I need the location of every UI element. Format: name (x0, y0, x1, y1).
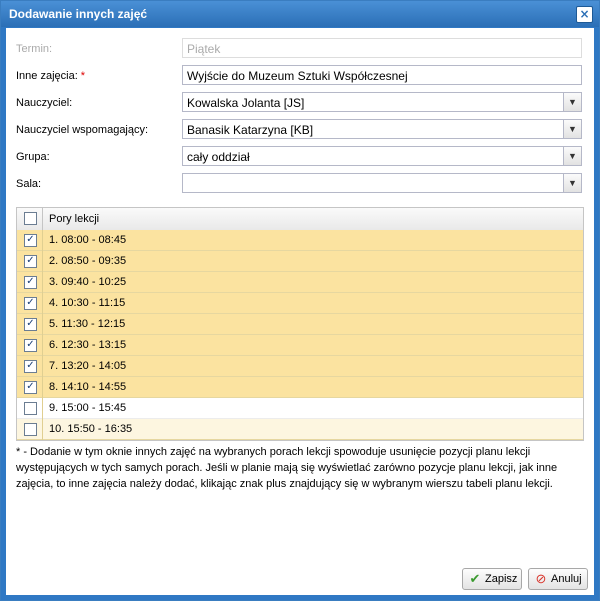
table-row[interactable]: ✓ 4. 10:30 - 11:15 (17, 293, 583, 314)
dialog-content: Termin: Piątek Inne zajęcia: * Wyjście do… (6, 28, 594, 595)
table-row[interactable]: ✓ 6. 12:30 - 13:15 (17, 335, 583, 356)
lesson-time-label: 4. 10:30 - 11:15 (49, 297, 126, 309)
column-divider (42, 293, 43, 314)
dialog-window: Dodawanie innych zajęć × Termin: Piątek … (0, 0, 600, 601)
lesson-time-label: 3. 09:40 - 10:25 (49, 276, 127, 288)
table-row[interactable]: 10. 15:50 - 16:35 (17, 419, 583, 440)
checkbox-checked[interactable]: ✓ (24, 339, 37, 352)
nauczyciel-row: Nauczyciel: Kowalska Jolanta [JS] ▼ (6, 92, 594, 114)
grid-header: Pory lekcji (17, 208, 583, 231)
lesson-time-label: 6. 12:30 - 13:15 (49, 339, 127, 351)
checkbox-checked[interactable]: ✓ (24, 381, 37, 394)
sala-row: Sala: ▼ (6, 173, 594, 195)
wspomagajacy-label: Nauczyciel wspomagający: (16, 124, 149, 136)
column-divider (42, 314, 43, 335)
wspomagajacy-select[interactable]: Banasik Katarzyna [KB] ▼ (182, 119, 582, 139)
checkbox-checked[interactable]: ✓ (24, 297, 37, 310)
sala-label: Sala: (16, 178, 42, 190)
table-row[interactable]: 9. 15:00 - 15:45 (17, 398, 583, 419)
column-divider (42, 377, 43, 398)
grupa-label: Grupa: (16, 151, 50, 163)
cancel-icon: ⊘ (535, 571, 547, 586)
column-divider (42, 251, 43, 272)
column-divider (42, 398, 43, 419)
inne-zajecia-label: Inne zajęcia: * (16, 70, 85, 82)
dialog-title: Dodawanie innych zajęć (9, 7, 148, 21)
table-row[interactable]: ✓ 3. 09:40 - 10:25 (17, 272, 583, 293)
close-icon[interactable]: × (576, 6, 593, 23)
inne-zajecia-input[interactable]: Wyjście do Muzeum Sztuki Współczesnej (182, 65, 582, 85)
info-note: * - Dodanie w tym oknie innych zajęć na … (16, 446, 558, 490)
lesson-times-grid: Pory lekcji ✓ 1. 08:00 - 08:45 ✓ 2. 08:50 -… (16, 207, 584, 441)
nauczyciel-value: Kowalska Jolanta [JS] (187, 96, 305, 110)
dialog-titlebar[interactable]: Dodawanie innych zajęć × (1, 1, 599, 27)
column-divider (42, 208, 43, 230)
table-row[interactable]: ✓ 7. 13:20 - 14:05 (17, 356, 583, 377)
chevron-down-icon[interactable]: ▼ (563, 147, 581, 165)
lesson-time-label: 7. 13:20 - 14:05 (49, 360, 127, 372)
column-divider (42, 419, 43, 440)
lesson-time-label: 5. 11:30 - 12:15 (49, 318, 126, 330)
grupa-select[interactable]: cały oddział ▼ (182, 146, 582, 166)
wspomagajacy-value: Banasik Katarzyna [KB] (187, 123, 314, 137)
checkbox-unchecked[interactable] (24, 423, 37, 436)
inne-zajecia-row: Inne zajęcia: * Wyjście do Muzeum Sztuki … (6, 65, 594, 87)
nauczyciel-select[interactable]: Kowalska Jolanta [JS] ▼ (182, 92, 582, 112)
dialog-footer: ✔ Zapisz ⊘ Anuluj (6, 558, 594, 595)
grupa-value: cały oddział (187, 150, 250, 164)
checkbox-checked[interactable]: ✓ (24, 255, 37, 268)
termin-row: Termin: Piątek (6, 38, 594, 60)
checkbox-checked[interactable]: ✓ (24, 234, 37, 247)
chevron-down-icon[interactable]: ▼ (563, 174, 581, 192)
nauczyciel-label: Nauczyciel: (16, 97, 73, 109)
termin-field: Piątek (182, 38, 582, 58)
checkbox-checked[interactable]: ✓ (24, 318, 37, 331)
chevron-down-icon[interactable]: ▼ (563, 120, 581, 138)
column-divider (42, 335, 43, 356)
table-row[interactable]: ✓ 5. 11:30 - 12:15 (17, 314, 583, 335)
lesson-time-label: 9. 15:00 - 15:45 (49, 402, 127, 414)
termin-label: Termin: (16, 43, 53, 55)
save-button[interactable]: ✔ Zapisz (462, 568, 522, 590)
lesson-time-label: 1. 08:00 - 08:45 (49, 234, 127, 246)
grid-header-label: Pory lekcji (49, 213, 100, 225)
table-row[interactable]: ✓ 8. 14:10 - 14:55 (17, 377, 583, 398)
save-button-label: Zapisz (485, 573, 518, 585)
checkbox-checked[interactable]: ✓ (24, 360, 37, 373)
grupa-row: Grupa: cały oddział ▼ (6, 146, 594, 168)
table-row[interactable]: ✓ 1. 08:00 - 08:45 (17, 230, 583, 251)
select-all-checkbox[interactable] (24, 212, 37, 225)
checkbox-unchecked[interactable] (24, 402, 37, 415)
checkmark-icon: ✔ (469, 571, 481, 586)
lesson-time-label: 10. 15:50 - 16:35 (49, 423, 133, 435)
chevron-down-icon[interactable]: ▼ (563, 93, 581, 111)
sala-select[interactable]: ▼ (182, 173, 582, 193)
wspomagajacy-row: Nauczyciel wspomagający: Banasik Katarzy… (6, 119, 594, 141)
table-row[interactable]: ✓ 2. 08:50 - 09:35 (17, 251, 583, 272)
checkbox-checked[interactable]: ✓ (24, 276, 37, 289)
lesson-time-label: 8. 14:10 - 14:55 (49, 381, 127, 393)
required-marker: * (80, 70, 86, 82)
cancel-button-label: Anuluj (551, 573, 582, 585)
inne-zajecia-label-text: Inne zajęcia: (16, 70, 78, 82)
column-divider (42, 272, 43, 293)
lesson-time-label: 2. 08:50 - 09:35 (49, 255, 127, 267)
column-divider (42, 356, 43, 377)
cancel-button[interactable]: ⊘ Anuluj (528, 568, 588, 590)
column-divider (42, 230, 43, 251)
